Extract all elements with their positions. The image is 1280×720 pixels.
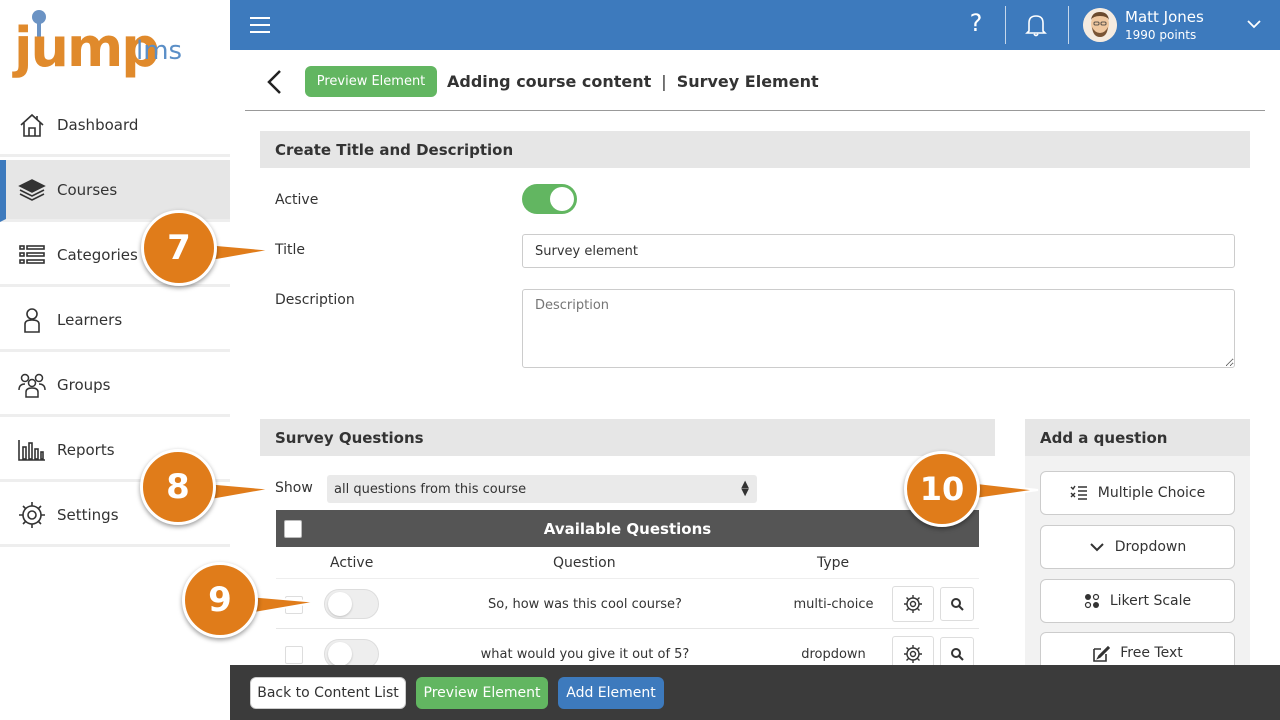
sidebar-item-label: Groups: [57, 375, 111, 394]
group-icon: [17, 370, 47, 400]
free-text-button[interactable]: Free Text: [1040, 632, 1235, 665]
sidebar-item-groups[interactable]: Groups: [0, 355, 230, 417]
callout-badge-7: 7: [141, 210, 217, 286]
top-bar: ? Matt Jones 1990 points: [230, 0, 1280, 50]
sidebar-item-label: Settings: [57, 505, 119, 524]
hamburger-menu-icon[interactable]: [250, 17, 270, 33]
active-label: Active: [275, 192, 319, 208]
sort-arrows-icon: ▲ ▼: [741, 479, 749, 498]
breadcrumb: Adding course content | Survey Element: [447, 72, 819, 91]
gear-icon: [904, 645, 922, 663]
breadcrumb-secondary: Survey Element: [676, 72, 819, 91]
bell-icon[interactable]: [1025, 13, 1047, 37]
callout-pointer: [248, 594, 319, 616]
callout-badge-8: 8: [140, 449, 216, 525]
row-question: what would you give it out of 5?: [480, 647, 690, 662]
sidebar-item-dashboard[interactable]: Dashboard: [0, 95, 230, 157]
row-active-toggle[interactable]: [324, 589, 379, 619]
sidebar-item-learners[interactable]: Learners: [0, 290, 230, 352]
jumplms-logo[interactable]: jump lms: [14, 8, 219, 90]
breadcrumb-primary: Adding course content: [447, 72, 652, 91]
description-textarea[interactable]: [522, 289, 1235, 368]
bar-chart-icon: [17, 435, 47, 465]
survey-panel-heading: Survey Questions: [260, 419, 995, 456]
show-select[interactable]: all questions from this course ▲ ▼: [327, 475, 757, 503]
column-question: Question: [553, 555, 616, 571]
header-divider: [245, 110, 1265, 111]
sidebar-item-courses[interactable]: Courses: [0, 160, 230, 222]
gear-icon: [17, 500, 47, 530]
topbar-divider: [1005, 6, 1006, 44]
user-points: 1990 points: [1125, 28, 1197, 42]
row-type: dropdown: [801, 647, 866, 662]
title-input[interactable]: [522, 234, 1235, 268]
callout-badge-10: 10: [904, 451, 980, 527]
likert-scale-label: Likert Scale: [1109, 593, 1192, 609]
show-label: Show: [275, 480, 313, 496]
questions-table-columns: Active Question Type: [276, 547, 979, 579]
books-icon: [17, 175, 47, 205]
free-text-label: Free Text: [1120, 645, 1183, 661]
callout-badge-9: 9: [182, 562, 258, 638]
multiple-choice-button[interactable]: Multiple Choice: [1040, 471, 1235, 515]
breadcrumb-separator: |: [661, 72, 667, 91]
column-type: Type: [817, 555, 850, 571]
add-question-heading: Add a question: [1025, 419, 1250, 456]
home-icon: [17, 110, 47, 140]
gear-icon: [904, 595, 922, 613]
multiple-choice-icon: [1070, 485, 1087, 500]
table-row: So, how was this cool course? multi-choi…: [276, 579, 979, 629]
select-all-checkbox[interactable]: [284, 520, 302, 538]
row-checkbox[interactable]: [285, 646, 303, 664]
multiple-choice-label: Multiple Choice: [1097, 485, 1206, 501]
search-icon: [951, 598, 964, 611]
questions-table-header: Available Questions: [276, 510, 979, 547]
footer-bar: Back to Content List Preview Element Add…: [230, 665, 1280, 720]
person-icon: [17, 305, 47, 335]
topbar-divider: [1068, 6, 1069, 44]
back-arrow-icon[interactable]: [262, 68, 288, 96]
column-active: Active: [330, 555, 374, 571]
chevron-down-icon: [1090, 543, 1104, 552]
questions-table: Available Questions Active Question Type…: [276, 510, 979, 679]
preview-element-button[interactable]: Preview Element: [305, 66, 437, 97]
user-name[interactable]: Matt Jones: [1125, 8, 1204, 26]
row-preview-button[interactable]: [940, 587, 974, 621]
row-question: So, how was this cool course?: [488, 597, 682, 612]
likert-scale-icon: [1084, 593, 1099, 609]
show-select-value: all questions from this course: [334, 481, 527, 497]
preview-element-footer-button[interactable]: Preview Element: [416, 677, 548, 709]
back-to-content-list-button[interactable]: Back to Content List: [250, 677, 406, 709]
sidebar-item-label: Dashboard: [57, 115, 139, 134]
list-icon: [17, 240, 47, 270]
sidebar-item-label: Categories: [57, 245, 138, 264]
description-label: Description: [275, 292, 355, 308]
title-label: Title: [275, 242, 306, 258]
row-settings-button[interactable]: [892, 586, 934, 622]
logo-sub-text: lms: [136, 36, 183, 66]
search-icon: [951, 648, 964, 661]
details-panel-heading: Create Title and Description: [260, 131, 1250, 168]
sidebar-item-label: Reports: [57, 440, 115, 459]
chevron-down-icon[interactable]: [1245, 15, 1263, 33]
sidebar-item-label: Courses: [57, 180, 118, 199]
row-type: multi-choice: [793, 597, 874, 612]
help-icon[interactable]: ?: [965, 9, 987, 37]
questions-table-title: Available Questions: [543, 519, 712, 538]
avatar[interactable]: [1083, 8, 1117, 42]
dropdown-button[interactable]: Dropdown: [1040, 525, 1235, 569]
edit-icon: [1093, 645, 1111, 662]
add-element-button[interactable]: Add Element: [558, 677, 664, 709]
likert-scale-button[interactable]: Likert Scale: [1040, 579, 1235, 623]
sidebar-item-label: Learners: [57, 310, 123, 329]
active-toggle[interactable]: [522, 184, 577, 214]
dropdown-label: Dropdown: [1114, 539, 1187, 555]
